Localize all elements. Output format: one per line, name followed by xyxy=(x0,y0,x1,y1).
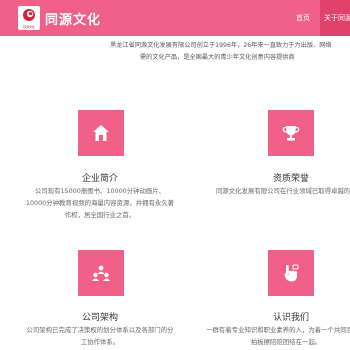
nav-home[interactable]: 首页 xyxy=(296,0,310,36)
card-description: 公司现有15000册图书、10000分钟动画片、10000分钟教育视频的海量内容… xyxy=(25,187,175,219)
site-title: 同源文化 xyxy=(45,13,102,28)
team-icon xyxy=(92,265,110,281)
card-description: 一群有着专业知识和职业素养的人，为着一个共同目标而拍板擦陪陪团结在一起。 xyxy=(206,326,350,346)
nav-about[interactable]: 关于同源 xyxy=(320,0,350,36)
structure-icon-tile[interactable] xyxy=(78,250,124,296)
card-title[interactable]: 资质荣誉 xyxy=(216,171,350,184)
trophy-icon xyxy=(282,126,300,141)
top-header: 同源文化 同源文化 首页 关于同源 xyxy=(0,0,350,36)
intro-line: 需的文化产品，是全国最大的青少年文化创意内容提供商 xyxy=(140,54,295,61)
logo-text: 同源文化 xyxy=(22,25,35,29)
company-intro: 黑龙江省同源文化发展有限公司创立于1996年，26年来一直致力于为出版、网络 需… xyxy=(10,40,350,64)
company-profile-icon-tile[interactable] xyxy=(78,110,124,156)
site-logo[interactable]: 同源文化 xyxy=(18,6,40,30)
card-title[interactable]: 公司架构 xyxy=(25,310,175,323)
about-us-icon-tile[interactable] xyxy=(268,250,314,296)
card-description: 同源文化发展有限公司在行业领域已取得卓越的 xyxy=(216,187,350,195)
honors-icon-tile[interactable] xyxy=(268,110,314,156)
home-icon xyxy=(93,125,109,141)
touch-icon xyxy=(284,264,299,282)
card-description: 公司架构已完成了决策权的划分体系以及各部门的分工协作体系。 xyxy=(26,326,174,346)
card-title[interactable]: 企业简介 xyxy=(25,171,175,184)
intro-line: 黑龙江省同源文化发展有限公司创立于1996年，26年来一直致力于为出版、网络 xyxy=(110,42,332,49)
logo-mark-icon xyxy=(23,9,35,21)
card-title[interactable]: 认识我们 xyxy=(216,310,350,323)
